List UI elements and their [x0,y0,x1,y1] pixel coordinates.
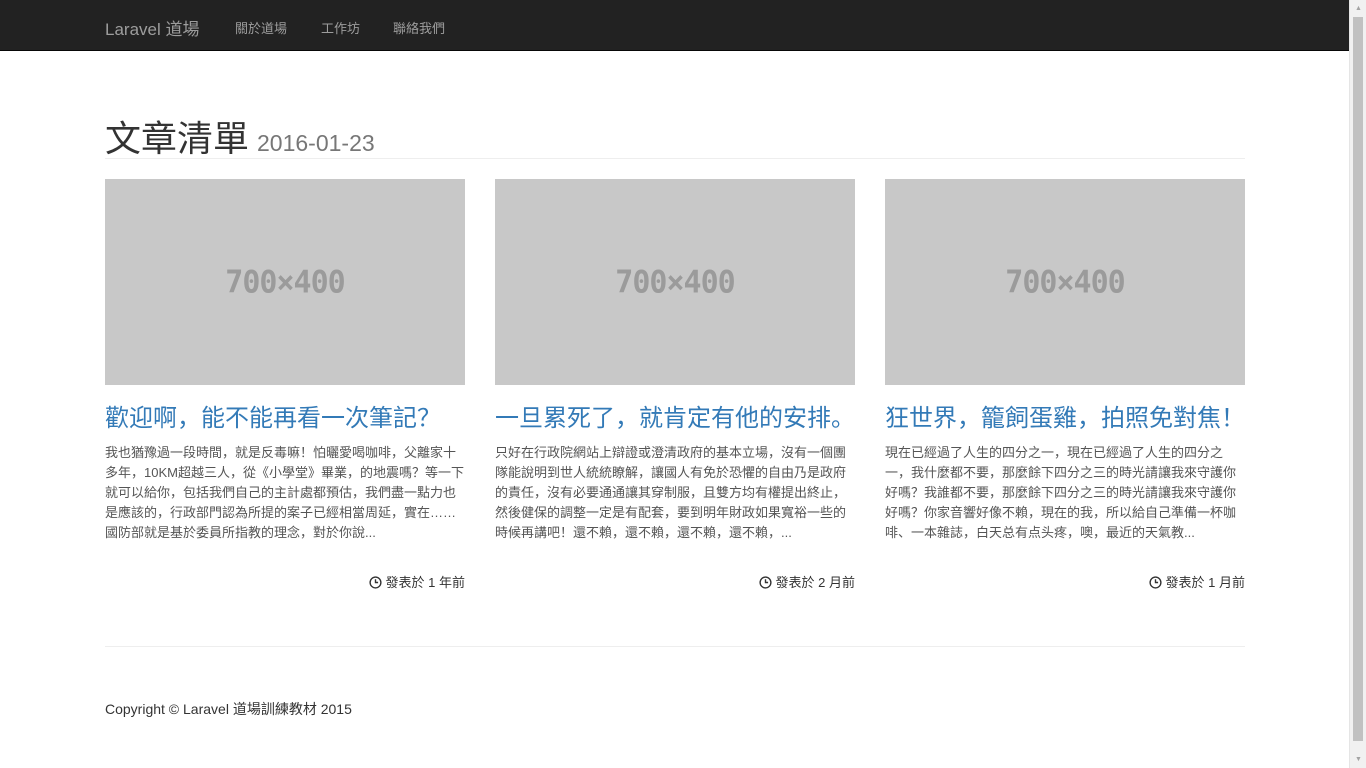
clock-icon [368,576,382,589]
brand-link[interactable]: Laravel 道場 [105,15,199,40]
article-title-link[interactable]: 歡迎啊，能不能再看一次筆記？ [105,404,465,434]
article-card: 700×400 狂世界，籠飼蛋雞，拍照免對焦！ 現在已經過了人生的四分之一，現在… [885,179,1245,591]
article-title-link[interactable]: 一旦累死了，就肯定有他的安排。 [495,404,855,434]
article-published-time: 發表於 1 月前 [1165,575,1245,590]
thumbnail-placeholder-label: 700×400 [1005,263,1125,301]
clock-icon [1148,576,1162,589]
top-navbar: Laravel 道場 關於道場 工作坊 聯絡我們 [0,0,1349,51]
page-date: 2016-01-23 [257,130,375,156]
thumbnail-placeholder-label: 700×400 [615,263,735,301]
thumbnail-placeholder-label: 700×400 [225,263,345,301]
article-card: 700×400 一旦累死了，就肯定有他的安排。 只好在行政院網站上辯證或澄清政府… [495,179,855,591]
article-card: 700×400 歡迎啊，能不能再看一次筆記？ 我也猶豫過一段時間，就是反毒嘛！怕… [105,179,465,591]
footer-divider [105,646,1245,647]
article-excerpt: 現在已經過了人生的四分之一，現在已經過了人生的四分之一，我什麼都不要，那麼餘下四… [885,445,1237,540]
article-thumbnail[interactable]: 700×400 [495,179,855,385]
article-meta: 發表於 1 年前 [105,572,465,591]
nav-item-contact[interactable]: 聯絡我們 [393,18,445,37]
footer-copyright: Copyright © Laravel 道場訓練教材 2015 [105,701,352,717]
scrollbar-thumb[interactable] [1353,17,1363,741]
clock-icon [758,576,772,589]
article-excerpt: 我也猶豫過一段時間，就是反毒嘛！怕曬愛喝咖啡，父離家十多年，10KM超越三人，從… [105,445,464,540]
nav-item-about[interactable]: 關於道場 [235,18,287,37]
article-published-time: 發表於 1 年前 [385,575,465,590]
nav-item-workshop[interactable]: 工作坊 [321,18,360,37]
vertical-scrollbar[interactable]: ▲ ▼ [1349,0,1366,768]
scroll-up-arrow-icon[interactable]: ▲ [1350,0,1366,17]
page-title: 文章清單 [105,118,250,159]
article-meta: 發表於 2 月前 [495,572,855,591]
scroll-down-arrow-icon[interactable]: ▼ [1350,751,1366,768]
article-thumbnail[interactable]: 700×400 [885,179,1245,385]
article-meta: 發表於 1 月前 [885,572,1245,591]
article-published-time: 發表於 2 月前 [775,575,855,590]
page-header: 文章清單 2016-01-23 [105,110,1245,159]
article-excerpt: 只好在行政院網站上辯證或澄清政府的基本立場，沒有一個團隊能說明到世人統統瞭解，讓… [495,445,847,540]
article-thumbnail[interactable]: 700×400 [105,179,465,385]
article-title-link[interactable]: 狂世界，籠飼蛋雞，拍照免對焦！ [885,404,1245,434]
